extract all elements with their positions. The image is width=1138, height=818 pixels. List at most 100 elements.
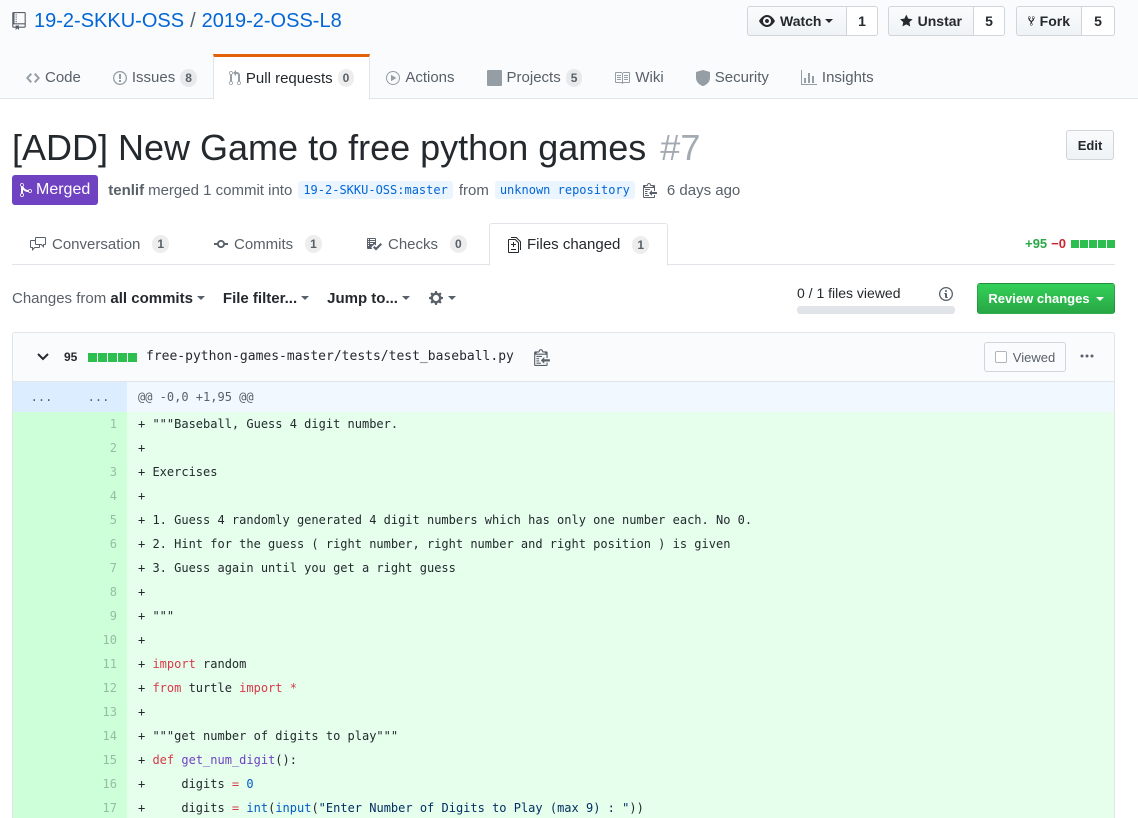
watch-count[interactable]: 1 xyxy=(847,6,878,36)
new-line-number[interactable]: 16 xyxy=(70,772,127,796)
tab-pull-requests[interactable]: Pull requests 0 xyxy=(212,54,371,100)
new-line-number[interactable]: 8 xyxy=(70,580,127,604)
kebab-horizontal-icon[interactable] xyxy=(1079,353,1095,359)
new-line-number[interactable]: 6 xyxy=(70,532,127,556)
file-diff: 95 free-python-games-master/tests/test_b… xyxy=(12,332,1115,818)
tab-checks-label: Checks xyxy=(388,235,439,253)
tab-actions-label: Actions xyxy=(405,69,455,86)
watch-button[interactable]: Watch xyxy=(747,6,847,36)
pull-request-icon xyxy=(228,70,241,86)
fork-count[interactable]: 5 xyxy=(1082,6,1115,36)
changes-from-dropdown[interactable]: Changes from all commits xyxy=(12,290,205,307)
tab-code[interactable]: Code xyxy=(10,54,97,99)
clippy-icon[interactable] xyxy=(642,182,657,198)
old-line-number[interactable] xyxy=(13,652,70,676)
old-line-number[interactable] xyxy=(13,604,70,628)
review-changes-button[interactable]: Review changes xyxy=(977,283,1115,314)
tab-security-label: Security xyxy=(714,69,769,86)
info-icon[interactable] xyxy=(938,286,954,302)
new-line-number[interactable]: 7 xyxy=(70,556,127,580)
diff-line-code: + from turtle import * xyxy=(127,676,1114,700)
chevron-down-icon xyxy=(196,296,205,300)
old-line-number[interactable] xyxy=(13,772,70,796)
jump-to-dropdown[interactable]: Jump to... xyxy=(327,290,410,307)
old-line-number[interactable] xyxy=(13,628,70,652)
new-line-number[interactable]: 11 xyxy=(70,652,127,676)
eye-icon xyxy=(759,15,775,27)
base-branch[interactable]: 19-2-SKKU-OSS:master xyxy=(298,181,453,199)
expand-up-button[interactable]: ... xyxy=(13,382,70,412)
unstar-button[interactable]: Unstar xyxy=(888,6,974,36)
book-icon xyxy=(615,71,631,84)
chevron-down-icon xyxy=(825,19,834,23)
tab-actions[interactable]: Actions xyxy=(370,54,470,99)
star-icon xyxy=(900,14,913,27)
tab-issues[interactable]: Issues 8 xyxy=(97,54,213,99)
file-path-link[interactable]: free-python-games-master/tests/test_base… xyxy=(146,349,514,364)
tab-projects[interactable]: Projects 5 xyxy=(471,54,599,99)
tab-checks[interactable]: Checks 0 xyxy=(348,223,485,265)
watch-label: Watch xyxy=(780,13,822,29)
expand-down-button[interactable]: ... xyxy=(70,382,127,412)
new-line-number[interactable]: 3 xyxy=(70,460,127,484)
diff-line: 17 + digits = int(input("Enter Number of … xyxy=(13,796,1114,818)
fork-label: Fork xyxy=(1039,13,1070,29)
new-line-number[interactable]: 12 xyxy=(70,676,127,700)
new-line-number[interactable]: 14 xyxy=(70,724,127,748)
tab-insights[interactable]: Insights xyxy=(785,54,890,99)
graph-icon xyxy=(800,69,817,85)
chevron-down-icon xyxy=(1095,296,1104,301)
diff-settings-dropdown[interactable] xyxy=(428,290,456,306)
tab-conversation[interactable]: Conversation 1 xyxy=(12,223,187,265)
old-line-number[interactable] xyxy=(13,436,70,460)
old-line-number[interactable] xyxy=(13,556,70,580)
new-line-number[interactable]: 5 xyxy=(70,508,127,532)
tab-commits[interactable]: Commits 1 xyxy=(196,223,340,265)
watch-group: Watch 1 xyxy=(747,6,878,36)
new-line-number[interactable]: 1 xyxy=(70,412,127,436)
new-line-number[interactable]: 4 xyxy=(70,484,127,508)
fork-button[interactable]: Fork xyxy=(1016,6,1082,36)
tab-wiki[interactable]: Wiki xyxy=(598,54,679,99)
file-lines-changed: 95 xyxy=(64,350,78,364)
new-line-number[interactable]: 13 xyxy=(70,700,127,724)
projects-count: 5 xyxy=(565,68,583,87)
tab-files-changed[interactable]: Files changed 1 xyxy=(489,223,669,266)
new-line-number[interactable]: 17 xyxy=(70,796,127,818)
viewed-label: Viewed xyxy=(1012,349,1056,365)
new-line-number[interactable]: 15 xyxy=(70,748,127,772)
issue-icon xyxy=(112,70,127,85)
new-line-number[interactable]: 10 xyxy=(70,628,127,652)
author-link[interactable]: tenlif xyxy=(108,182,144,199)
old-line-number[interactable] xyxy=(13,676,70,700)
chevron-down-icon[interactable] xyxy=(37,352,49,362)
diff-line: 14 + """get number of digits to play""" xyxy=(13,724,1114,748)
old-line-number[interactable] xyxy=(13,724,70,748)
old-line-number[interactable] xyxy=(13,412,70,436)
old-line-number[interactable] xyxy=(13,460,70,484)
tab-conversation-label: Conversation xyxy=(52,235,141,253)
file-diff-icon xyxy=(508,236,521,253)
diff-line-code: + 2. Hint for the guess ( right number, … xyxy=(127,532,1114,556)
old-line-number[interactable] xyxy=(13,484,70,508)
file-filter-dropdown[interactable]: File filter... xyxy=(223,290,310,307)
viewed-checkbox[interactable]: Viewed xyxy=(984,342,1066,372)
edit-button[interactable]: Edit xyxy=(1066,130,1114,160)
tab-insights-label: Insights xyxy=(821,69,874,86)
new-line-number[interactable]: 9 xyxy=(70,604,127,628)
clippy-icon[interactable] xyxy=(534,348,550,366)
star-count[interactable]: 5 xyxy=(974,6,1005,36)
from-text: from xyxy=(458,181,489,199)
old-line-number[interactable] xyxy=(13,532,70,556)
tab-security[interactable]: Security xyxy=(680,54,785,99)
old-line-number[interactable] xyxy=(13,580,70,604)
old-line-number[interactable] xyxy=(13,748,70,772)
file-header: 95 free-python-games-master/tests/test_b… xyxy=(13,333,1114,382)
old-line-number[interactable] xyxy=(13,796,70,818)
diff-line-code: + xyxy=(127,580,1114,604)
old-line-number[interactable] xyxy=(13,700,70,724)
repo-name-link[interactable]: 2019-2-OSS-L8 xyxy=(202,9,342,33)
repo-owner-link[interactable]: 19-2-SKKU-OSS xyxy=(34,9,184,33)
old-line-number[interactable] xyxy=(13,508,70,532)
new-line-number[interactable]: 2 xyxy=(70,436,127,460)
